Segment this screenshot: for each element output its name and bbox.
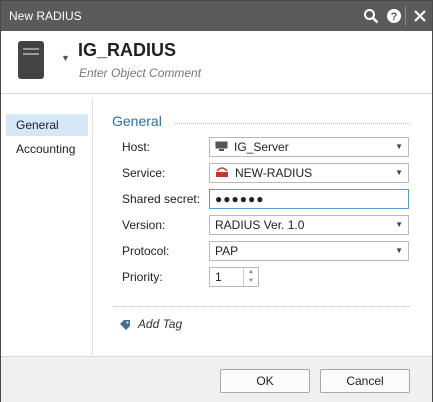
shared-secret-label: Shared secret:: [122, 192, 201, 206]
chevron-down-icon[interactable]: ▼: [61, 53, 70, 63]
priority-value: 1: [215, 270, 222, 284]
radius-dialog: New RADIUS ? ▼ IG_RADIUS Enter Object Co…: [0, 0, 433, 402]
svg-text:?: ?: [391, 11, 398, 23]
chevron-down-icon[interactable]: ▼: [244, 277, 258, 286]
search-icon[interactable]: [363, 8, 379, 24]
section-title: General: [112, 113, 162, 129]
service-label: Service:: [122, 166, 166, 180]
host-icon: [215, 139, 228, 157]
cancel-button[interactable]: Cancel: [320, 369, 410, 393]
title-bar: New RADIUS ?: [1, 1, 432, 31]
dialog-footer: OK Cancel: [1, 356, 432, 402]
ok-button[interactable]: OK: [220, 369, 310, 393]
tags-divider: [112, 306, 409, 307]
chevron-down-icon: ▼: [395, 168, 403, 177]
version-value: RADIUS Ver. 1.0: [215, 218, 305, 232]
object-name[interactable]: IG_RADIUS: [78, 40, 176, 61]
protocol-label: Protocol:: [122, 244, 170, 258]
nav-item-accounting[interactable]: Accounting: [6, 138, 88, 160]
dialog-body: General Accounting General Host: IG_Serv…: [1, 94, 432, 356]
protocol-select[interactable]: PAP ▼: [209, 241, 409, 261]
close-icon[interactable]: [412, 8, 428, 24]
version-label: Version:: [122, 218, 166, 232]
add-tag-label: Add Tag: [137, 317, 183, 331]
shared-secret-input[interactable]: ●●●●●●: [209, 189, 409, 209]
tag-icon: [119, 317, 138, 331]
object-header: ▼ IG_RADIUS Enter Object Comment: [1, 31, 432, 94]
priority-label: Priority:: [122, 270, 163, 284]
nav-item-general[interactable]: General: [6, 114, 88, 136]
stepper-buttons: ▲ ▼: [243, 268, 258, 286]
help-icon[interactable]: ?: [386, 8, 402, 24]
shared-secret-value: ●●●●●●: [215, 192, 265, 206]
chevron-down-icon: ▼: [395, 220, 403, 229]
chevron-down-icon: ▼: [395, 142, 403, 151]
host-label: Host:: [122, 140, 151, 154]
chevron-down-icon: ▼: [395, 246, 403, 255]
side-nav: General Accounting: [6, 98, 93, 356]
priority-stepper[interactable]: 1 ▲ ▼: [209, 267, 259, 287]
object-comment-field[interactable]: Enter Object Comment: [79, 66, 201, 80]
service-select[interactable]: NEW-RADIUS ▼: [209, 163, 409, 183]
version-select[interactable]: RADIUS Ver. 1.0 ▼: [209, 215, 409, 235]
chevron-up-icon[interactable]: ▲: [244, 268, 258, 277]
server-icon[interactable]: [18, 41, 44, 79]
section-divider: [175, 123, 410, 124]
host-select[interactable]: IG_Server ▼: [209, 137, 409, 157]
add-tag-link[interactable]: Add Tag: [119, 317, 182, 331]
titlebar-separator: [405, 6, 406, 26]
service-icon: [215, 165, 229, 183]
protocol-value: PAP: [215, 244, 239, 258]
window-title: New RADIUS: [9, 9, 82, 23]
host-value: IG_Server: [234, 140, 289, 154]
service-value: NEW-RADIUS: [235, 166, 313, 180]
